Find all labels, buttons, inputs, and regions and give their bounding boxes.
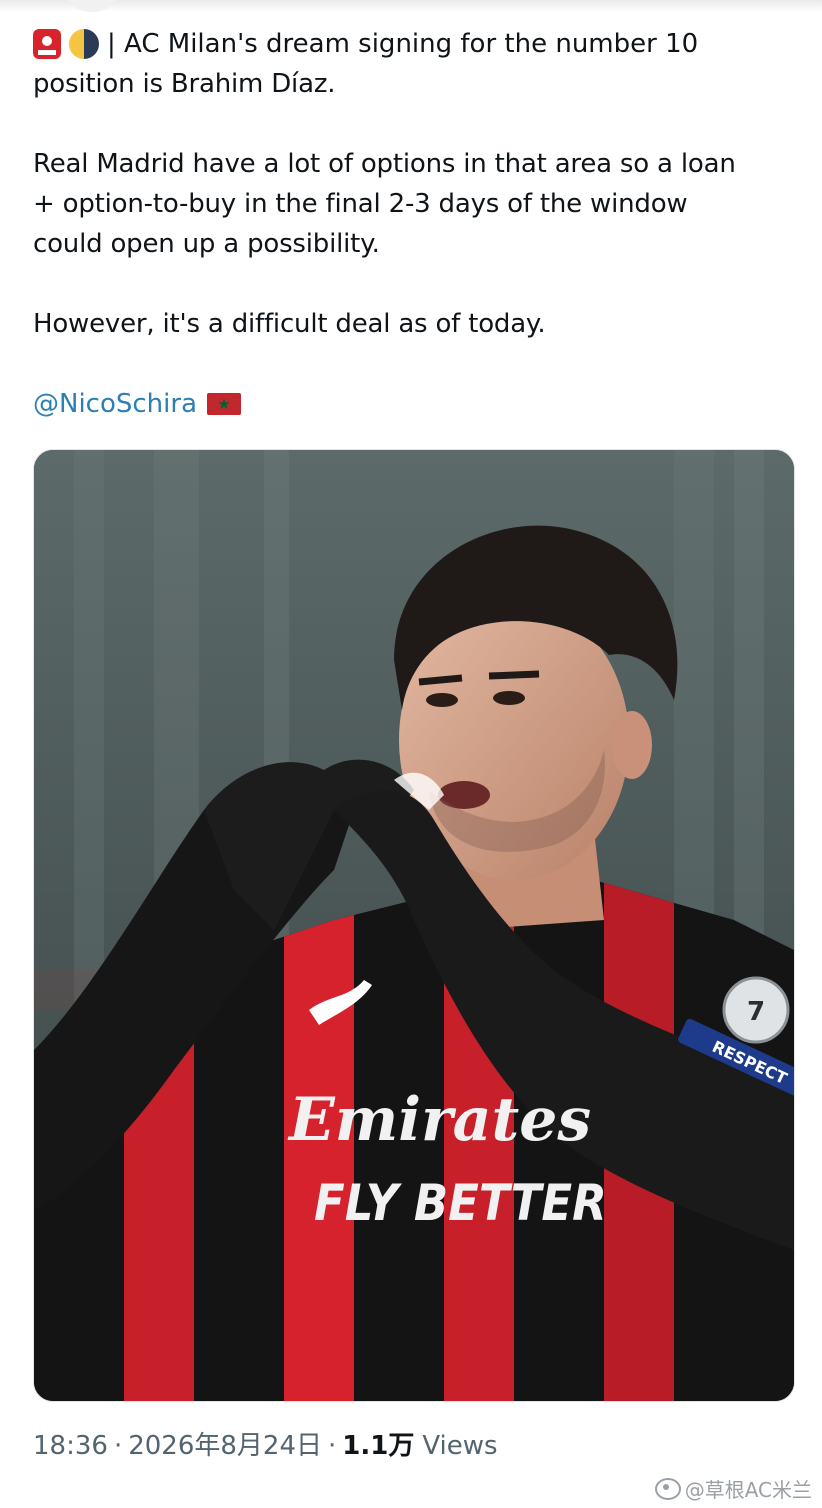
views-label[interactable]: Views xyxy=(422,1426,497,1466)
tweet-body: | AC Milan's dream signing for the numbe… xyxy=(33,24,793,424)
tweet-time[interactable]: 18:36 xyxy=(33,1426,108,1466)
tweet-paragraph-3: However, it's a difficult deal as of tod… xyxy=(33,309,546,339)
tweet-mention-line: @NicoSchira xyxy=(33,384,793,424)
half-moon-icon xyxy=(69,29,99,59)
separator: · xyxy=(113,1431,123,1461)
weibo-icon xyxy=(654,1477,681,1500)
watermark-text: @草根AC米兰 xyxy=(684,1478,812,1502)
siren-icon xyxy=(33,29,61,59)
tweet-lead-text: | AC Milan's dream signing for the numbe… xyxy=(107,29,699,59)
sleeve-badge-number: 7 xyxy=(747,997,765,1027)
tweet-date[interactable]: 2026年8月24日 xyxy=(128,1426,322,1466)
tweet-paragraph-2: Real Madrid have a lot of options in tha… xyxy=(33,149,736,259)
separator: · xyxy=(328,1431,337,1461)
tweet-lead-text-continued: position is Brahim Díaz. xyxy=(33,69,336,99)
top-edge xyxy=(0,0,822,12)
jersey-sponsor-line2: FLY BETTER xyxy=(314,1174,607,1232)
jersey-sponsor-line1: Emirates xyxy=(287,1085,591,1155)
player-photo: 7 RESPECT Emirates FLY BETTER xyxy=(34,450,794,1401)
tweet-footer: 18:36 · 2026年8月24日 · 1.1万 Views xyxy=(33,1426,498,1466)
views-count[interactable]: 1.1万 xyxy=(342,1426,414,1466)
mention-link[interactable]: @NicoSchira xyxy=(33,384,197,424)
morocco-flag-icon xyxy=(207,393,241,415)
weibo-watermark: @草根AC米兰 xyxy=(654,1474,812,1503)
tweet-media-photo[interactable]: 7 RESPECT Emirates FLY BETTER xyxy=(33,449,795,1402)
tweet-lead-line: | AC Milan's dream signing for the numbe… xyxy=(33,24,793,64)
